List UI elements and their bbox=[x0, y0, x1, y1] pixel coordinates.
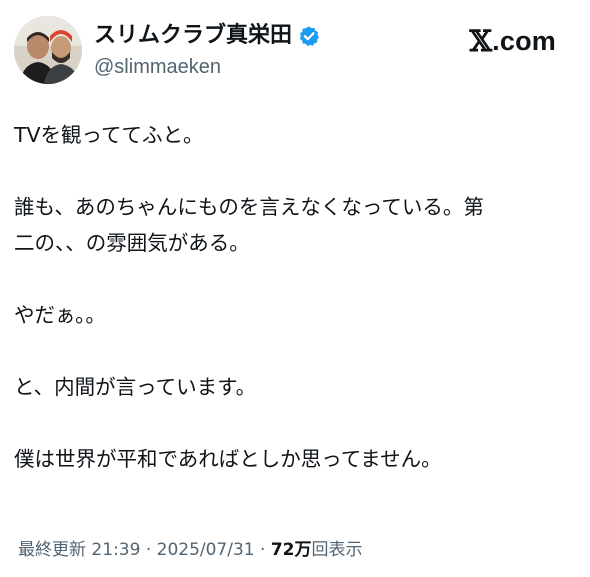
tweet-meta: 最終更新 21:39 · 2025/07/31 · 72万回表示 bbox=[18, 538, 363, 562]
tweet-header: スリムクラブ真栄田 @slimmaeken 𝕏 .com bbox=[14, 16, 574, 86]
tweet-card: スリムクラブ真栄田 @slimmaeken 𝕏 .com TVを観っててふと。 … bbox=[0, 0, 590, 577]
last-updated-label: 最終更新 bbox=[18, 540, 86, 560]
tweet-line: 誰も、あのちゃんにものを言えなくなっている。第 bbox=[14, 195, 484, 219]
display-name[interactable]: スリムクラブ真栄田 bbox=[94, 22, 292, 50]
tweet-line: TVを観っててふと。 bbox=[14, 123, 204, 147]
tweet-time[interactable]: 21:39 bbox=[91, 540, 140, 560]
meta-separator: · bbox=[145, 540, 152, 560]
tweet-line: やだぁ。。 bbox=[14, 303, 106, 327]
tweet-line: 僕は世界が平和であればとしか思ってません。 bbox=[14, 447, 442, 471]
tweet-line: 二の、、の雰囲気がある。 bbox=[14, 231, 250, 255]
meta-separator: · bbox=[260, 540, 266, 560]
avatar-photo-icon bbox=[14, 16, 82, 84]
tweet-text: TVを観っててふと。 誰も、あのちゃんにものを言えなくなっている。第 二の、、の… bbox=[14, 117, 580, 477]
tweet-line: と、内間が言っています。 bbox=[14, 375, 257, 399]
x-com-logo: 𝕏 .com bbox=[469, 24, 556, 58]
views-count[interactable]: 72万 bbox=[271, 540, 312, 560]
views-label: 回表示 bbox=[311, 540, 363, 560]
verified-badge-icon bbox=[298, 25, 320, 47]
avatar[interactable] bbox=[14, 16, 82, 84]
x-logo-icon: 𝕏 bbox=[469, 24, 493, 58]
user-handle[interactable]: @slimmaeken bbox=[94, 54, 221, 80]
brand-domain: .com bbox=[492, 25, 556, 56]
tweet-date[interactable]: 2025/07/31 bbox=[157, 540, 255, 560]
display-name-row: スリムクラブ真栄田 bbox=[94, 22, 320, 50]
